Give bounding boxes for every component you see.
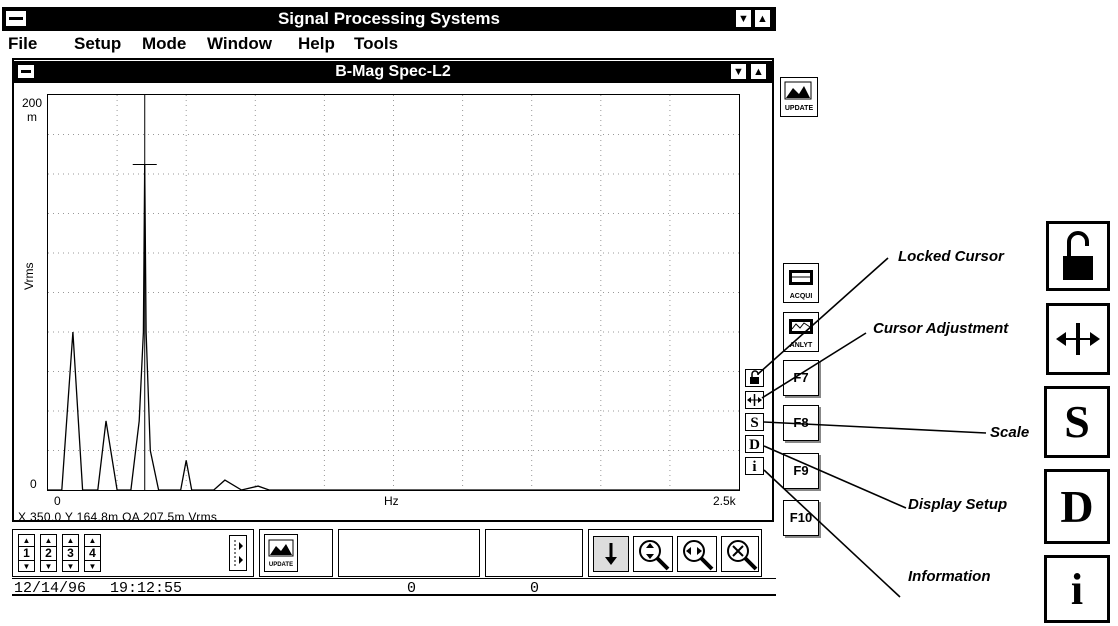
status-value-2: 0	[530, 580, 540, 597]
zoom-full-icon	[727, 540, 758, 571]
update-button-bottom[interactable]: UPDATE	[264, 534, 298, 572]
status-panel-1	[338, 529, 480, 577]
channel-4-label: 4	[85, 547, 100, 561]
down-arrow-icon	[605, 543, 617, 565]
update-icon	[268, 539, 294, 557]
callout-information: Information	[908, 568, 991, 585]
callout-display-box: D	[1044, 469, 1110, 544]
channel-1-stepper[interactable]: ▲ 1 ▼	[18, 534, 35, 572]
callout-cursor-adjustment: Cursor Adjustment	[873, 320, 1009, 337]
callout-lock-box	[1046, 221, 1110, 291]
download-button[interactable]	[593, 536, 629, 572]
zoom-vertical-button[interactable]	[633, 536, 673, 572]
cursor-adjust-icon-large	[1056, 323, 1100, 355]
callout-scale-box: S	[1044, 386, 1110, 458]
lock-icon-large	[1063, 231, 1093, 280]
channel-4-stepper[interactable]: ▲ 4 ▼	[84, 534, 101, 572]
status-bar: 12/14/96 19:12:55 0 0	[12, 578, 776, 597]
channel-1-label: 1	[19, 547, 34, 561]
channel-panel: ▲ 1 ▼ ▲ 2 ▼ ▲ 3 ▼ ▲ 4 ▼	[12, 529, 254, 577]
zoom-full-button[interactable]	[721, 536, 759, 572]
status-date: 12/14/96	[14, 580, 87, 597]
channel-2-label: 2	[41, 547, 56, 561]
callout-cursor-adjust-box	[1046, 303, 1110, 375]
range-slider[interactable]	[229, 535, 247, 571]
callout-info-box: i	[1044, 555, 1110, 623]
update-panel: UPDATE	[259, 529, 333, 577]
status-time: 19:12:55	[110, 580, 183, 597]
callout-scale: Scale	[990, 424, 1030, 441]
channel-3-label: 3	[63, 547, 78, 561]
status-panel-2	[485, 529, 583, 577]
channel-3-stepper[interactable]: ▲ 3 ▼	[62, 534, 79, 572]
channel-2-stepper[interactable]: ▲ 2 ▼	[40, 534, 57, 572]
zoom-horizontal-button[interactable]	[677, 536, 717, 572]
zoom-tools-panel	[588, 529, 762, 577]
update-label-bottom: UPDATE	[268, 562, 294, 568]
callout-locked-cursor: Locked Cursor	[898, 248, 1004, 265]
zoom-vertical-icon	[639, 540, 670, 571]
callout-display-setup: Display Setup	[908, 496, 1008, 513]
status-value-1: 0	[407, 580, 417, 597]
range-slider-icon	[234, 540, 243, 566]
zoom-horizontal-icon	[683, 540, 714, 571]
